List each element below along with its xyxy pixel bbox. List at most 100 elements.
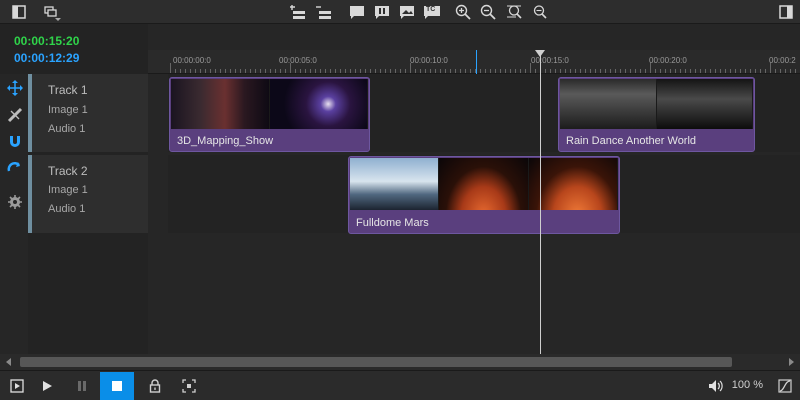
ruler-tick <box>210 69 211 73</box>
ruler-tick <box>505 69 506 73</box>
ruler-tick <box>320 69 321 73</box>
ruler-tick <box>750 69 751 73</box>
playback-bar: 100 % <box>0 370 800 400</box>
snap-tool-icon[interactable] <box>6 160 24 178</box>
ruler-tick <box>285 69 286 73</box>
ruler-tick <box>495 69 496 73</box>
ruler-tick <box>615 69 616 73</box>
track-lane-2[interactable]: Fulldome Mars <box>168 155 800 234</box>
ruler-tick <box>440 69 441 73</box>
time-ruler[interactable]: 00:00:00:0 00:00:05:0 00:00:10:0 00:00:1… <box>148 50 800 74</box>
ruler-tick <box>390 69 391 73</box>
pause-button[interactable] <box>67 374 97 398</box>
ruler-tick <box>650 63 651 73</box>
layout-left-icon[interactable] <box>8 2 30 22</box>
ruler-tick <box>535 69 536 73</box>
in-point-marker[interactable] <box>476 50 477 74</box>
volume-icon[interactable] <box>703 374 729 398</box>
ruler-tick <box>570 69 571 73</box>
ruler-tick <box>730 69 731 73</box>
play-button[interactable] <box>32 374 62 398</box>
fullscreen-icon[interactable] <box>174 374 204 398</box>
clip-label: 3D_Mapping_Show <box>177 135 274 147</box>
play-from-start-button[interactable] <box>2 374 32 398</box>
playhead-line[interactable] <box>540 50 541 354</box>
ruler-tick <box>530 63 531 73</box>
track-header-2[interactable]: Track 2 Image 1 Audio 1 <box>28 155 148 233</box>
zoom-reset-icon[interactable] <box>528 2 550 22</box>
ruler-tick <box>755 69 756 73</box>
ruler-tick <box>565 69 566 73</box>
curve-editor-icon[interactable] <box>772 374 798 398</box>
ruler-spacer <box>148 24 800 50</box>
ruler-tick <box>170 63 171 73</box>
ruler-tick <box>580 69 581 73</box>
ruler-tick <box>625 69 626 73</box>
move-tool-icon[interactable] <box>6 79 24 97</box>
stop-button[interactable] <box>100 372 134 400</box>
remove-track-icon[interactable] <box>313 2 335 22</box>
image-marker-icon[interactable] <box>396 2 418 22</box>
insert-track-icon[interactable] <box>287 2 309 22</box>
ruler-label: 00:00:10:0 <box>410 56 448 65</box>
ruler-tick <box>710 69 711 73</box>
ruler-tick <box>510 69 511 73</box>
ruler-tick <box>660 69 661 73</box>
zoom-out-icon[interactable] <box>477 2 499 22</box>
ruler-tick <box>300 69 301 73</box>
ruler-tick <box>270 69 271 73</box>
track-audio-label: Audio 1 <box>48 203 86 215</box>
flag-icon[interactable] <box>346 2 368 22</box>
ruler-tick <box>585 69 586 73</box>
zoom-in-icon[interactable] <box>452 2 474 22</box>
clip-thumbnails <box>560 79 753 129</box>
ruler-tick <box>215 69 216 73</box>
scroll-left-icon[interactable] <box>6 358 11 366</box>
clip-thumbnails <box>171 79 368 129</box>
ruler-tick <box>685 69 686 73</box>
ruler-tick <box>490 69 491 73</box>
magnet-tool-icon[interactable] <box>6 133 24 151</box>
cut-tool-icon[interactable] <box>6 106 24 124</box>
ruler-tick <box>225 69 226 73</box>
track-header-1[interactable]: Track 1 Image 1 Audio 1 <box>28 74 148 152</box>
pause-marker-icon[interactable] <box>371 2 393 22</box>
timecode-icon[interactable]: TC <box>421 2 443 22</box>
layout-right-icon[interactable] <box>775 2 797 22</box>
ruler-tick <box>230 69 231 73</box>
ruler-label: 00:00:05:0 <box>279 56 317 65</box>
ruler-tick <box>355 69 356 73</box>
ruler-tick <box>610 69 611 73</box>
scroll-right-icon[interactable] <box>789 358 794 366</box>
ruler-tick <box>705 69 706 73</box>
ruler-tick <box>515 69 516 73</box>
ruler-tick <box>480 69 481 73</box>
ruler-tick <box>205 69 206 73</box>
clip-3d-mapping-show[interactable]: 3D_Mapping_Show <box>169 77 370 152</box>
ruler-tick <box>365 69 366 73</box>
ruler-tick <box>360 69 361 73</box>
ruler-tick <box>345 69 346 73</box>
layers-menu-icon[interactable] <box>40 2 62 22</box>
ruler-tick <box>655 69 656 73</box>
track-lane-1[interactable]: 3D_Mapping_Show Rain Dance Another World <box>168 74 800 152</box>
ruler-tick <box>295 69 296 73</box>
ruler-tick <box>340 69 341 73</box>
ruler-tick <box>735 69 736 73</box>
ruler-tick <box>630 69 631 73</box>
ruler-tick <box>620 69 621 73</box>
ruler-tick <box>195 69 196 73</box>
ruler-tick <box>635 69 636 73</box>
horizontal-scrollbar[interactable] <box>0 354 800 370</box>
playhead-handle[interactable] <box>535 50 545 57</box>
clip-label: Rain Dance Another World <box>566 135 697 147</box>
scrollbar-thumb[interactable] <box>20 357 732 367</box>
ruler-tick <box>280 69 281 73</box>
settings-icon[interactable] <box>6 193 24 211</box>
clip-fulldome-mars[interactable]: Fulldome Mars <box>348 156 620 234</box>
lock-icon[interactable] <box>140 374 170 398</box>
clip-rain-dance[interactable]: Rain Dance Another World <box>558 77 755 152</box>
ruler-tick <box>220 69 221 73</box>
zoom-fit-icon[interactable] <box>503 2 525 22</box>
timeline-area[interactable]: 3D_Mapping_Show Rain Dance Another World… <box>148 74 800 354</box>
